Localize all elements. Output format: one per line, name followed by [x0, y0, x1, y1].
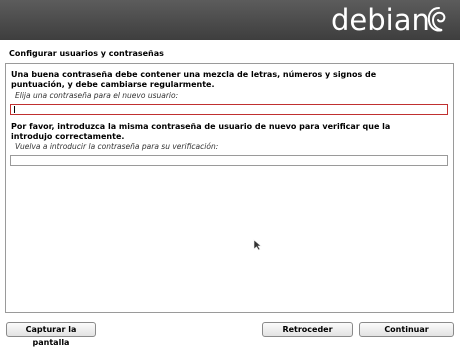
continue-button[interactable]: Continuar [359, 322, 454, 337]
verify-password-input[interactable] [10, 155, 448, 166]
verify-label: Vuelva a introducir la contraseña para s… [15, 142, 219, 151]
password-input[interactable] [10, 104, 448, 115]
verify-intro-text: Por favor, introduzca la misma contraseñ… [11, 122, 391, 141]
debian-logo-text: debian [331, 3, 430, 37]
password-intro-text: Una buena contraseña debe contener una m… [11, 70, 377, 89]
form-panel [5, 63, 454, 313]
page-title: Configurar usuarios y contraseñas [9, 49, 164, 58]
mouse-cursor-icon [253, 239, 262, 251]
screenshot-button[interactable]: Capturar la pantalla [6, 322, 96, 347]
debian-swirl-icon [427, 7, 446, 32]
debian-banner: debian [0, 0, 460, 40]
password-label: Elija una contraseña para el nuevo usuar… [15, 91, 179, 100]
text-caret [14, 106, 15, 113]
back-button[interactable]: Retroceder [262, 322, 353, 337]
